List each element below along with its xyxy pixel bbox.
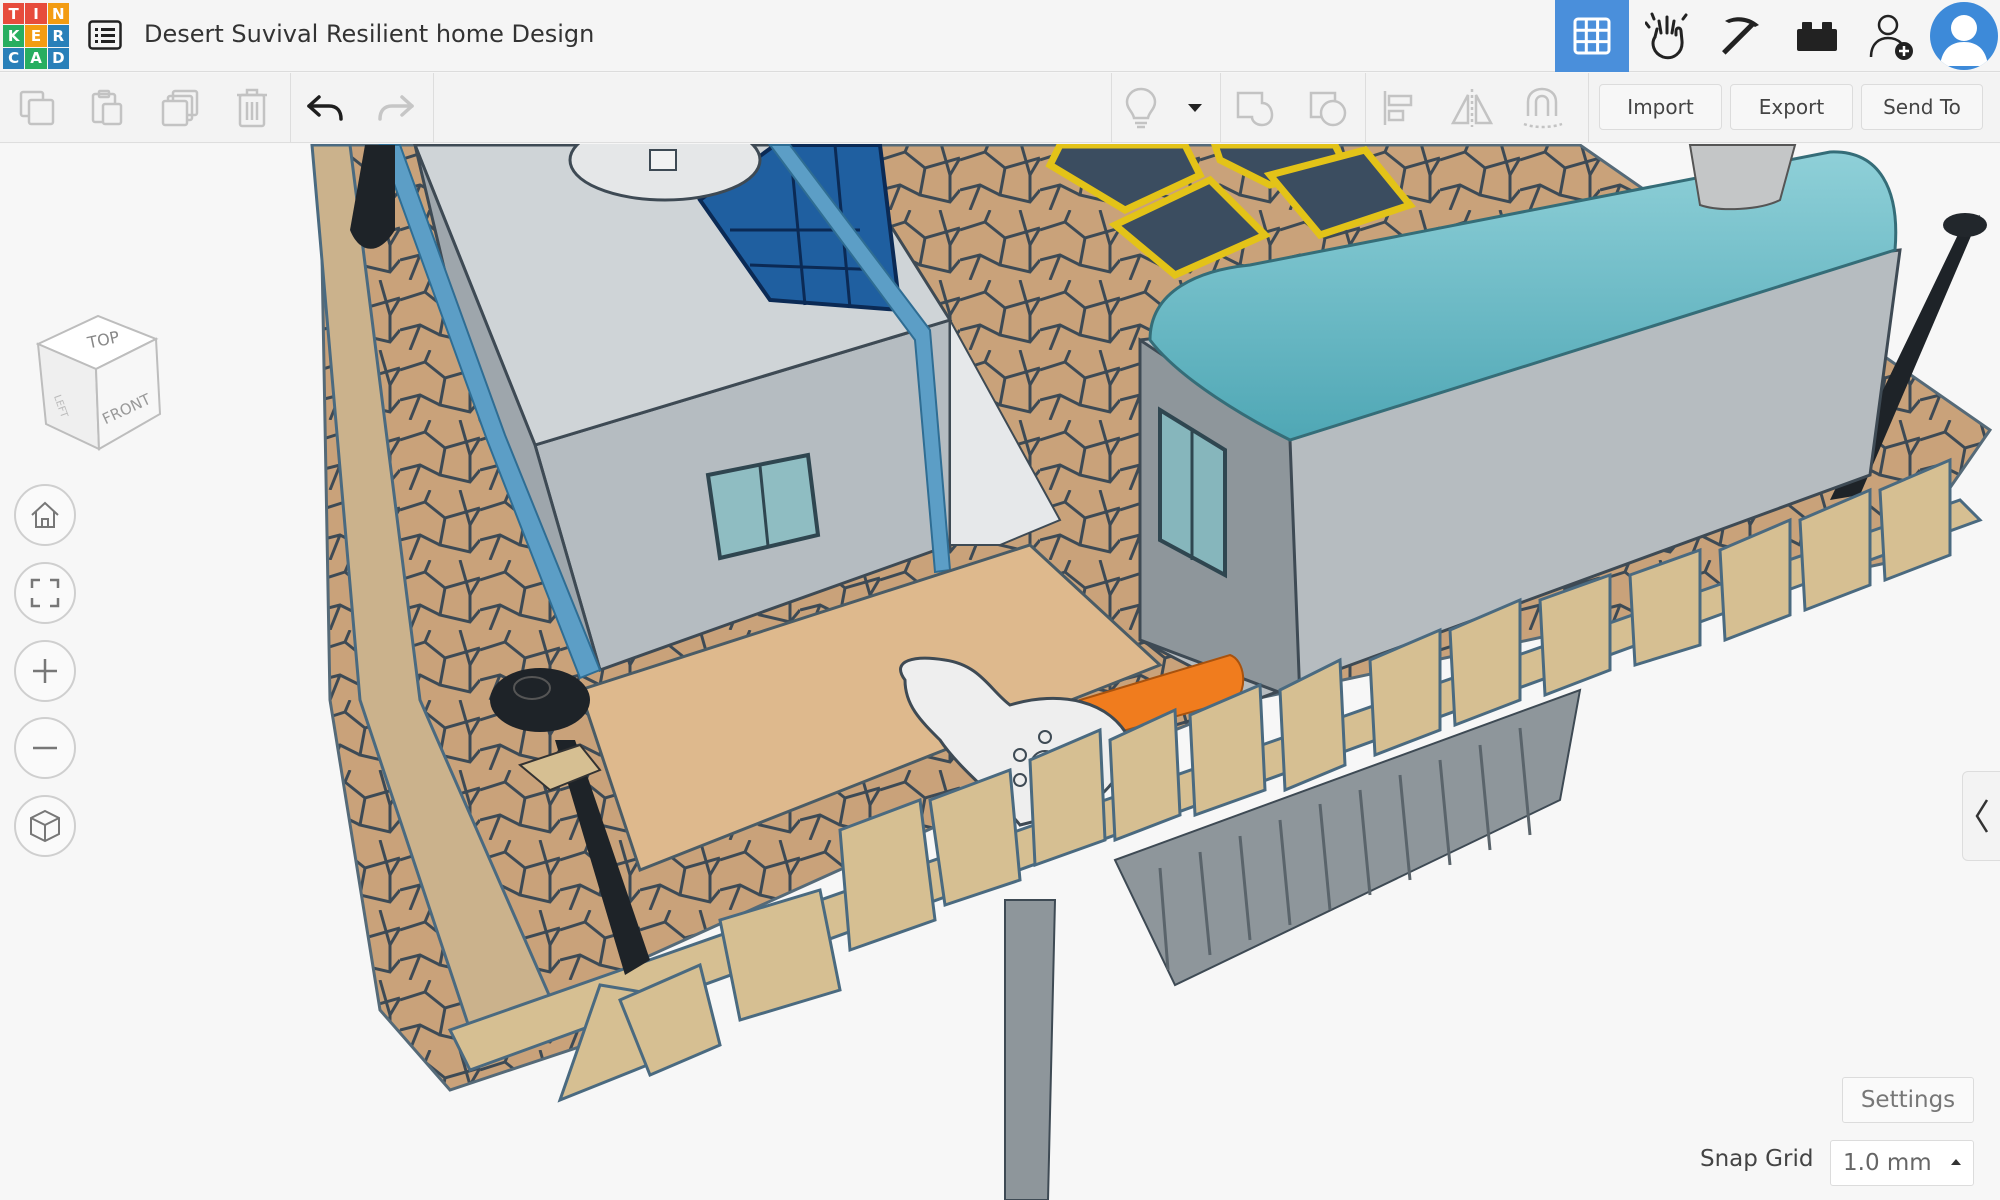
delete-icon — [237, 88, 267, 128]
snap-grid-value: 1.0 mm — [1843, 1150, 1932, 1176]
undo-icon — [307, 95, 343, 121]
redo-button[interactable] — [371, 83, 421, 133]
snap-grid-label: Snap Grid — [1700, 1146, 1814, 1172]
caret-up-icon — [1951, 1159, 1961, 1165]
workplane-viewport[interactable]: TOP FRONT LEFT — [0, 144, 2000, 1200]
chevron-left-icon — [1975, 799, 1989, 833]
user-avatar[interactable] — [1930, 2, 1998, 70]
group-icon — [1236, 91, 1274, 127]
import-button[interactable]: Import — [1599, 84, 1722, 130]
cruise-icon — [1523, 87, 1563, 129]
dropdown-caret-icon — [1188, 104, 1202, 112]
add-user-icon — [1869, 14, 1913, 60]
view-cube[interactable]: TOP FRONT LEFT — [36, 314, 166, 454]
export-button[interactable]: Export — [1730, 84, 1853, 130]
ortho-view-button[interactable] — [14, 795, 76, 857]
duplicate-icon — [161, 89, 199, 127]
logo-letter: C — [3, 47, 25, 69]
design-list-button[interactable] — [86, 16, 124, 54]
home-icon — [31, 501, 59, 528]
3d-scene-render[interactable] — [0, 144, 2000, 1200]
logo-letter: T — [3, 3, 25, 25]
design-title[interactable]: Desert Suvival Resilient home Design — [144, 20, 594, 48]
blocks-view-button[interactable] — [1705, 0, 1779, 72]
brick-icon — [1797, 22, 1837, 51]
tinkercad-logo[interactable]: T I N K E R C A D — [3, 3, 69, 69]
sim-lab-view-button[interactable] — [1630, 0, 1704, 72]
cruise-button[interactable] — [1518, 83, 1568, 133]
undo-button[interactable] — [300, 83, 350, 133]
shapes-panel-toggle[interactable] — [1962, 771, 2000, 861]
list-icon — [88, 20, 122, 50]
settings-button[interactable]: Settings — [1842, 1077, 1974, 1123]
grid-icon — [1573, 17, 1611, 55]
logo-letter: I — [25, 3, 47, 25]
align-icon — [1383, 91, 1413, 125]
ungroup-button[interactable] — [1303, 83, 1353, 133]
zoom-out-icon — [33, 746, 57, 750]
logo-letter: E — [25, 25, 47, 47]
support-pole[interactable] — [1004, 899, 1057, 1200]
logo-letter: N — [47, 3, 69, 25]
mirror-button[interactable] — [1447, 83, 1497, 133]
logo-letter: A — [25, 47, 47, 69]
zoom-in-icon — [33, 659, 57, 683]
logo-letter: K — [3, 25, 25, 47]
fit-view-icon — [30, 578, 60, 608]
top-header: T I N K E R C A D Desert Suvival Resilie… — [0, 0, 2000, 72]
duplicate-button[interactable] — [155, 83, 205, 133]
hand-icon — [1645, 12, 1688, 60]
3d-design-view-button[interactable] — [1555, 0, 1629, 72]
zoom-out-button[interactable] — [14, 717, 76, 779]
mirror-icon — [1450, 89, 1494, 127]
paste-button[interactable] — [82, 83, 132, 133]
snap-grid-select[interactable]: 1.0 mm — [1830, 1140, 1974, 1186]
tank-chimney[interactable] — [1688, 144, 1797, 211]
light-bulb-icon — [1125, 87, 1157, 129]
notes-dropdown-button[interactable] — [1170, 83, 1220, 133]
pickaxe-icon — [1722, 17, 1759, 55]
zoom-in-button[interactable] — [14, 640, 76, 702]
copy-icon — [19, 90, 55, 126]
group-button[interactable] — [1230, 83, 1280, 133]
send-to-button[interactable]: Send To — [1861, 84, 1983, 130]
edit-toolbar: Import Export Send To — [0, 73, 2000, 143]
ortho-view-icon — [30, 809, 60, 843]
bricks-view-button[interactable] — [1780, 0, 1854, 72]
logo-letter: R — [47, 25, 69, 47]
ungroup-icon — [1309, 91, 1347, 127]
tinkercad-editor: T I N K E R C A D Desert Suvival Resilie… — [0, 0, 2000, 1200]
home-view-button[interactable] — [14, 484, 76, 546]
avatar-icon — [1940, 15, 1988, 66]
copy-button[interactable] — [12, 83, 62, 133]
logo-letter: D — [47, 47, 69, 69]
delete-button[interactable] — [227, 83, 277, 133]
redo-icon — [378, 95, 414, 121]
align-button[interactable] — [1375, 83, 1425, 133]
invite-user-button[interactable] — [1855, 0, 1929, 72]
show-notes-button[interactable] — [1116, 83, 1166, 133]
paste-icon — [91, 89, 123, 126]
fit-view-button[interactable] — [14, 562, 76, 624]
